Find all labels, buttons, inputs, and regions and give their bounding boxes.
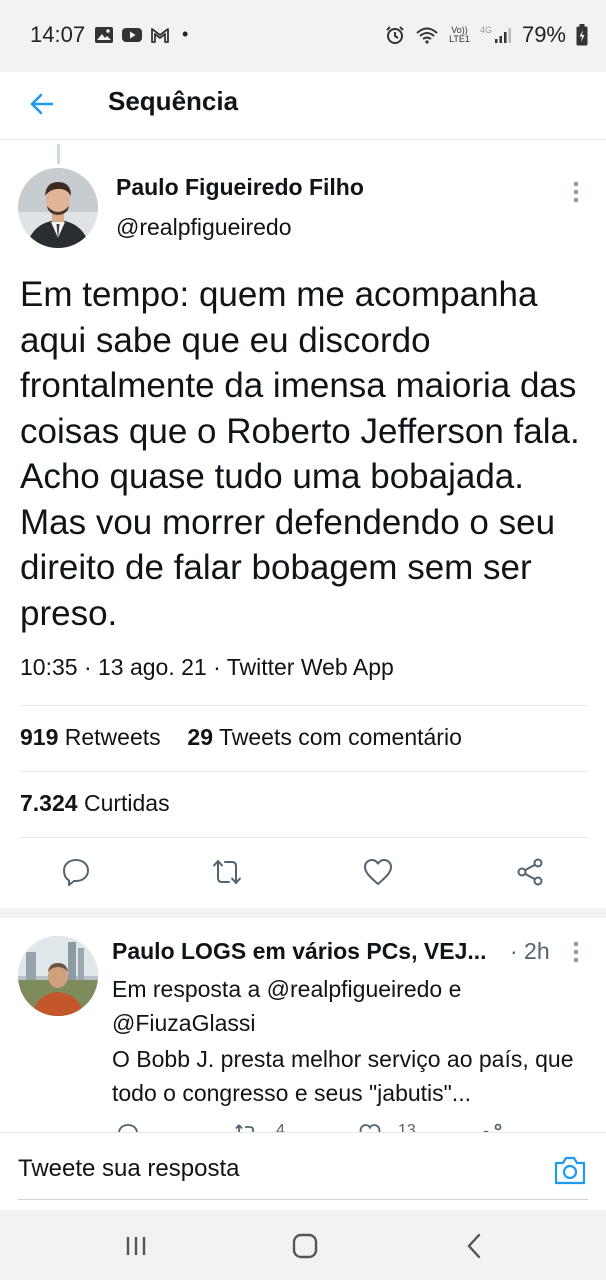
- camera-icon[interactable]: [552, 1153, 588, 1187]
- alarm-icon: [386, 26, 404, 44]
- tweet-actions: [0, 852, 606, 896]
- retweets-count: 919: [20, 724, 59, 750]
- arrow-left-icon[interactable]: [24, 86, 60, 122]
- battery-percentage: 79%: [521, 22, 566, 47]
- home-icon[interactable]: [289, 1230, 321, 1262]
- quotes-count: 29: [187, 724, 214, 750]
- reply-input[interactable]: Tweete sua resposta: [18, 1155, 239, 1183]
- divider: [20, 705, 588, 706]
- status-time: 14:07: [30, 22, 86, 47]
- share-icon[interactable]: [514, 856, 546, 888]
- tweet-text: Em tempo: quem me acompanha aqui sabe qu…: [20, 275, 580, 633]
- page-title: Sequência: [108, 86, 239, 116]
- network-type-label: 4G: [479, 25, 492, 35]
- signal-icon: [494, 28, 511, 43]
- tweet-meta: 10:35 · 13 ago. 21 · Twitter Web App: [20, 654, 394, 680]
- reply-text: O Bobb J. presta melhor serviço ao país,…: [112, 1046, 574, 1106]
- thread-connector: [57, 144, 60, 164]
- author-avatar[interactable]: [18, 168, 98, 248]
- divider: [20, 771, 588, 772]
- volte-indicator: Vo)) LTE1: [449, 26, 470, 44]
- battery-charging-icon: [576, 24, 588, 46]
- system-icons: Vo)) LTE1 4G 79%: [385, 22, 588, 48]
- reply-author-avatar[interactable]: [18, 936, 98, 1016]
- gmail-icon: [151, 27, 169, 43]
- compose-bar: Tweete sua resposta: [0, 1132, 606, 1210]
- retweets-stat[interactable]: 919 Retweets: [20, 724, 161, 750]
- quotes-label: Tweets com comentário: [219, 724, 462, 750]
- retweets-label: Retweets: [64, 724, 161, 750]
- divider: [20, 837, 588, 838]
- likes-count: 7.324: [20, 790, 78, 816]
- reply-avatar-image: [18, 936, 98, 1016]
- status-bar: 14:07 • Vo)) LTE1 4G 79%: [0, 0, 606, 72]
- notification-icons: •: [94, 24, 188, 45]
- network-indicator: 4G: [480, 26, 512, 44]
- quotes-stat[interactable]: 29 Tweets com comentário: [187, 724, 461, 750]
- section-separator: [0, 908, 606, 918]
- recent-apps-icon[interactable]: [120, 1230, 152, 1262]
- wifi-calling-icon: [416, 27, 438, 44]
- lte-label: LTE1: [449, 34, 470, 44]
- status-dot: •: [182, 24, 189, 44]
- input-underline: [18, 1199, 588, 1200]
- reply-icon[interactable]: [60, 856, 92, 888]
- system-nav-bar: [0, 1210, 606, 1280]
- author-name[interactable]: Paulo Figueiredo Filho: [116, 174, 364, 201]
- youtube-icon: [122, 27, 142, 42]
- like-icon[interactable]: [362, 856, 394, 888]
- author-handle[interactable]: @realpfigueiredo: [116, 214, 292, 241]
- retweet-stats: 919 Retweets 29 Tweets com comentário: [20, 724, 462, 751]
- back-icon[interactable]: [459, 1230, 491, 1262]
- reply-author-name[interactable]: Paulo LOGS em vários PCs, VEJ...: [112, 938, 502, 965]
- retweet-icon[interactable]: [211, 856, 243, 888]
- more-options-icon[interactable]: [566, 178, 586, 206]
- reply-more-options-icon[interactable]: [566, 938, 586, 966]
- reply-context: Em resposta a @realpfigueiredo e @FiuzaG…: [112, 976, 462, 1036]
- likes-stat[interactable]: 7.324 Curtidas: [20, 790, 170, 817]
- gallery-icon: [95, 26, 113, 43]
- reply-timestamp: · 2h: [510, 938, 550, 964]
- likes-label: Curtidas: [83, 790, 170, 816]
- top-bar: Sequência: [0, 72, 606, 140]
- avatar-image: [18, 168, 98, 248]
